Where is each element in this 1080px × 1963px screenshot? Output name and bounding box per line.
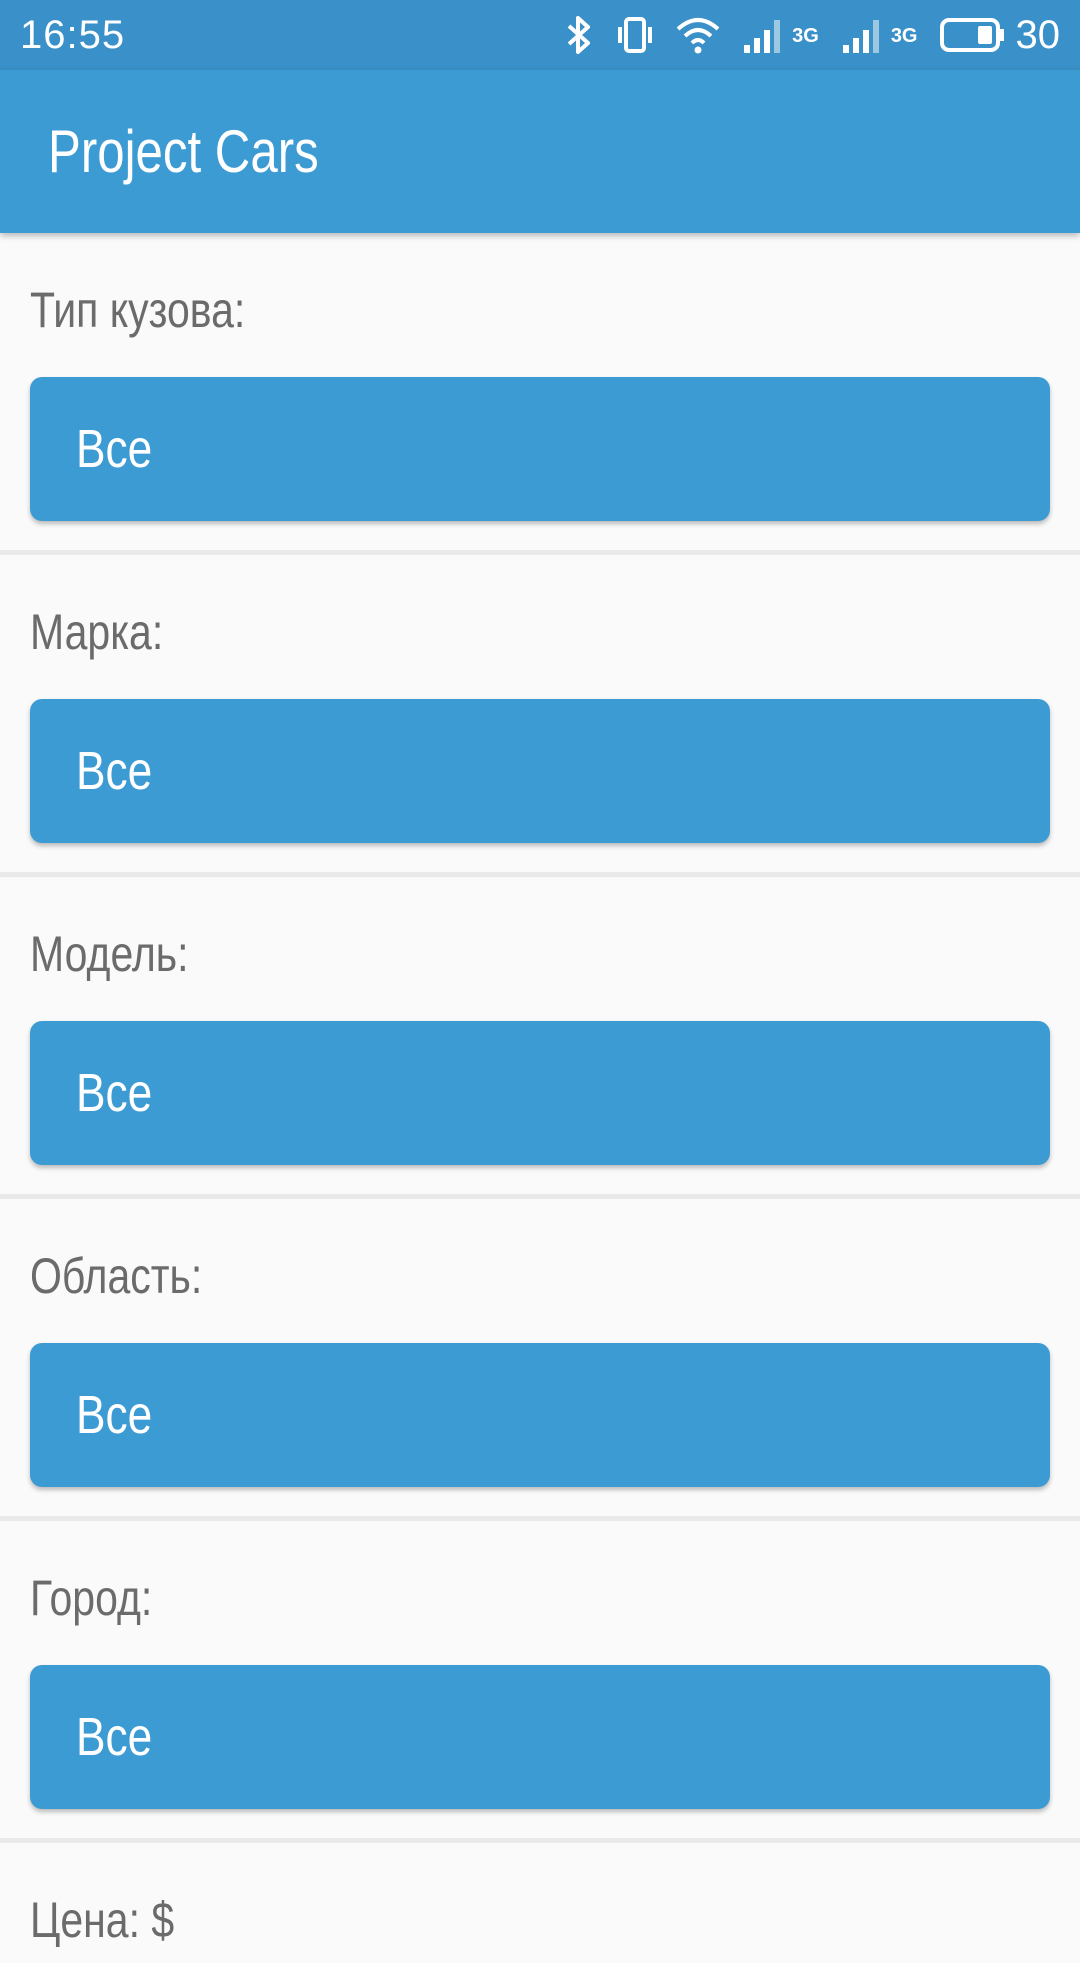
region-select[interactable]: Все [30, 1343, 1050, 1487]
filter-label: Область: [30, 1248, 203, 1304]
signal-icon [744, 20, 781, 53]
select-value: Все [76, 1385, 153, 1445]
select-value: Все [76, 1063, 153, 1123]
city-select[interactable]: Все [30, 1665, 1050, 1809]
wifi-icon [676, 18, 720, 54]
bluetooth-icon [567, 16, 591, 54]
body-type-select[interactable]: Все [30, 377, 1050, 521]
battery-icon [939, 18, 1004, 52]
status-time: 16:55 [20, 12, 126, 57]
model-select[interactable]: Все [30, 1021, 1050, 1165]
status-bar: 16:55 3G 3G 30 [0, 0, 1080, 70]
filter-price: Цена: $ [0, 1843, 1080, 1963]
app-title: Project Cars [48, 118, 319, 185]
brand-select[interactable]: Все [30, 699, 1050, 843]
filter-label: Цена: $ [30, 1892, 175, 1948]
select-value: Все [76, 1707, 153, 1767]
filter-label: Модель: [30, 926, 189, 982]
network-type-label: 3G [792, 24, 819, 47]
select-value: Все [76, 419, 153, 479]
filter-body-type: Тип кузова: Все [0, 233, 1080, 555]
network-type-label: 3G [890, 24, 918, 47]
vibrate-icon [618, 17, 653, 53]
app-bar: Project Cars [0, 70, 1080, 233]
filter-brand: Марка: Все [0, 555, 1080, 877]
filter-list: Тип кузова: Все Марка: Все Модель: Все О… [0, 233, 1080, 1963]
filter-label: Город: [30, 1570, 153, 1626]
status-icons: 3G 3G 30 [564, 13, 1060, 58]
filter-city: Город: Все [0, 1521, 1080, 1843]
filter-region: Область: Все [0, 1199, 1080, 1521]
filter-label: Тип кузова: [30, 282, 246, 338]
filter-label: Марка: [30, 604, 164, 660]
battery-percent: 30 [1015, 12, 1061, 57]
filter-model: Модель: Все [0, 877, 1080, 1199]
signal-icon [842, 20, 879, 53]
select-value: Все [76, 741, 153, 801]
